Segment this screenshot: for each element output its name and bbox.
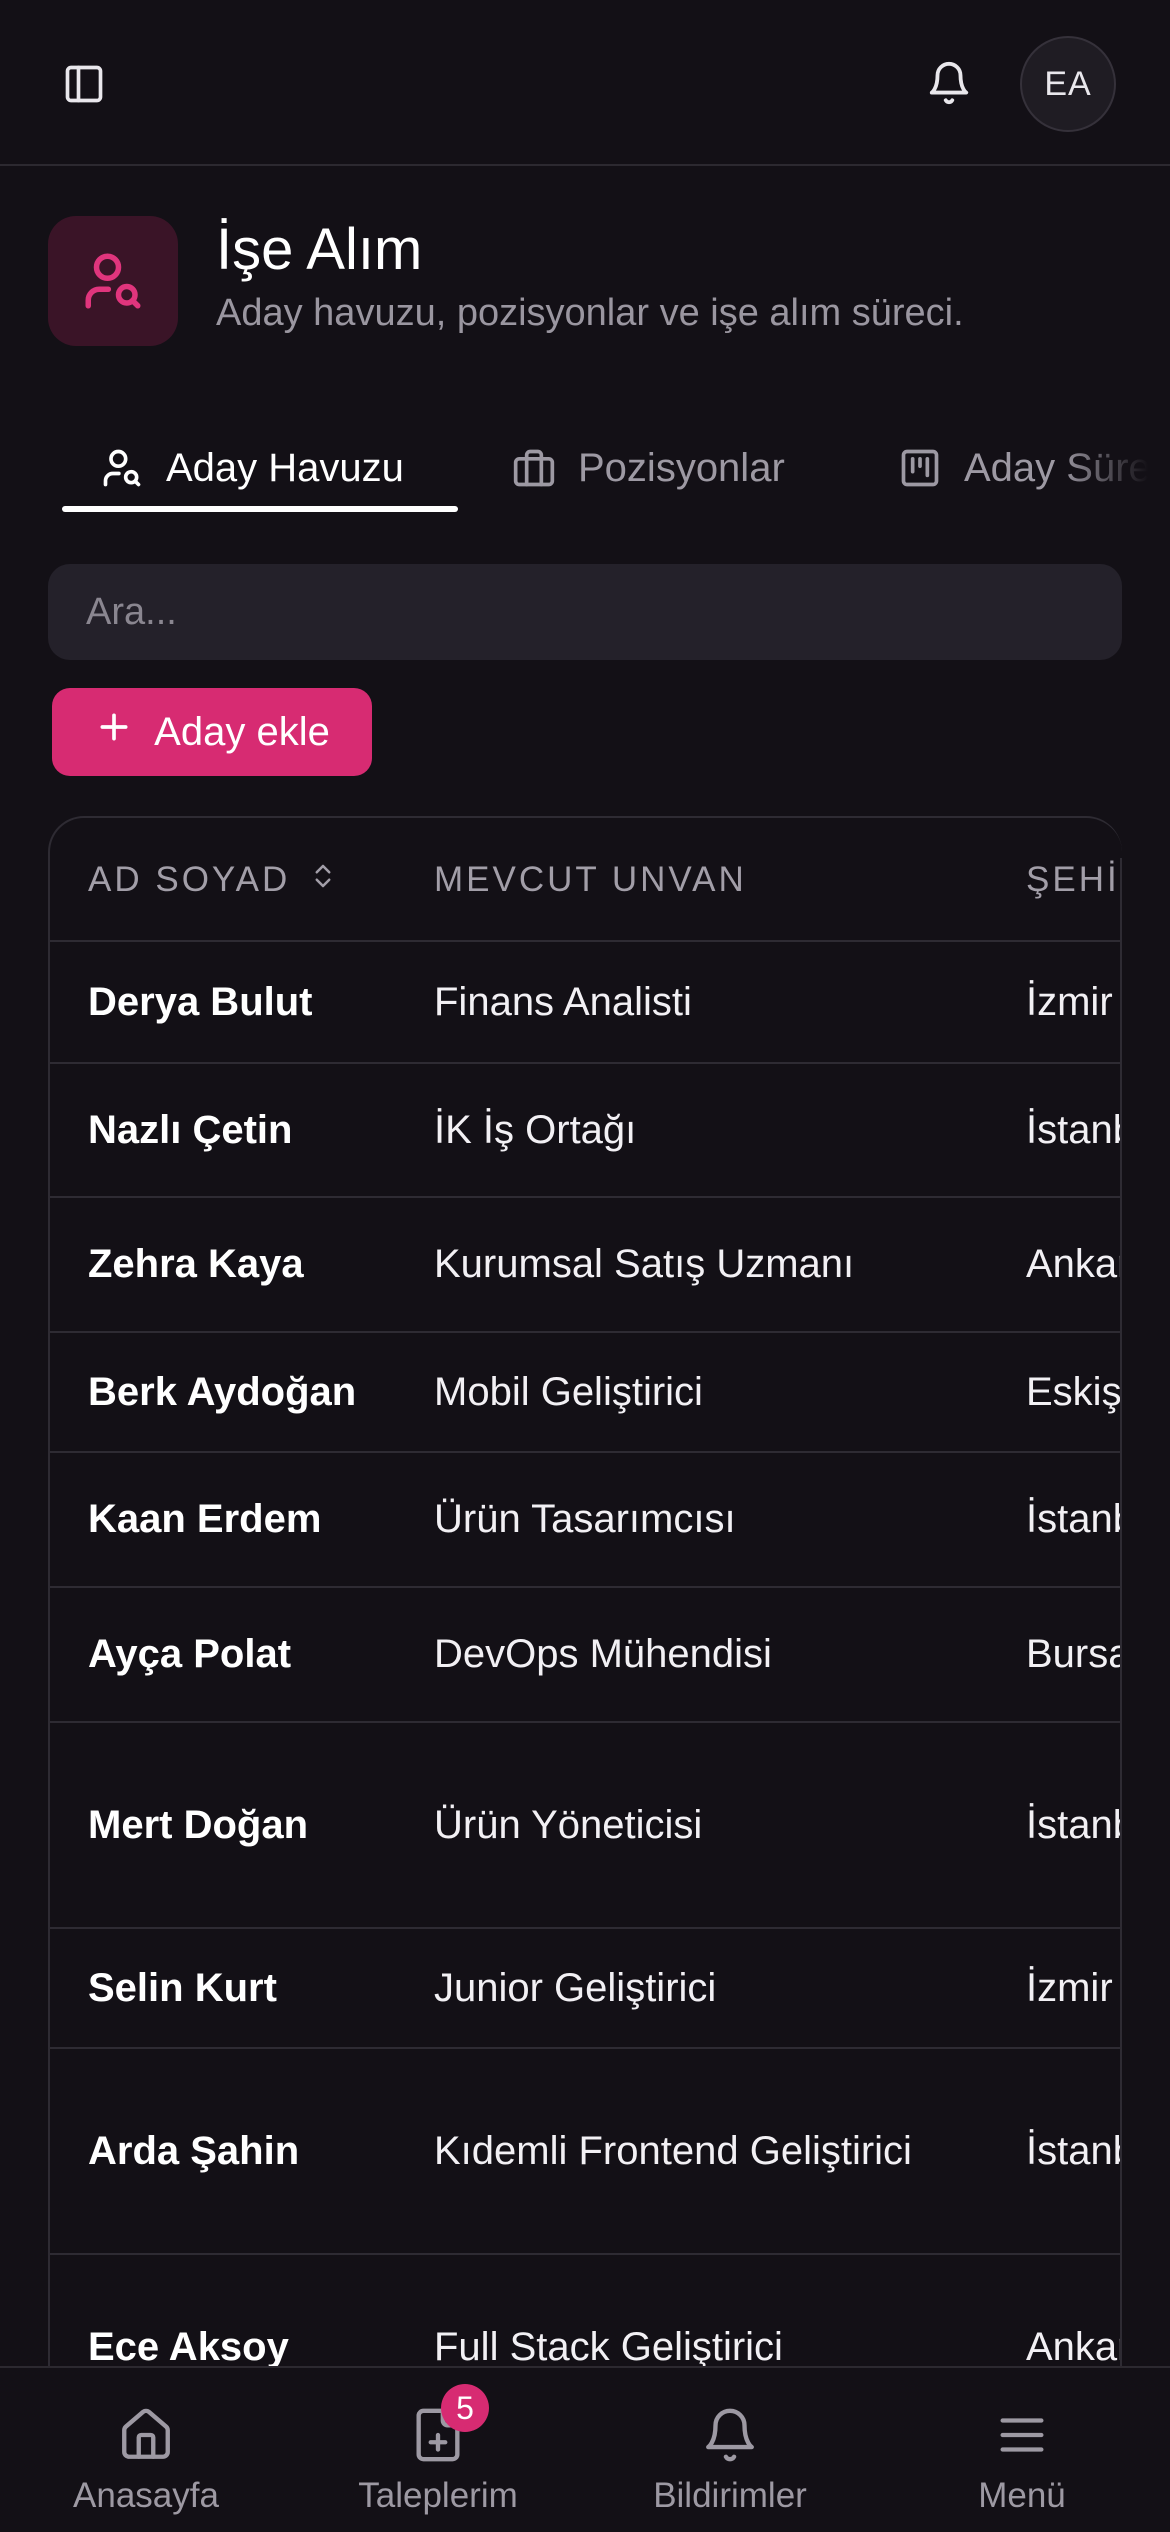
cell-name: Nazlı Çetin xyxy=(88,1107,293,1152)
cell-title: Kurumsal Satış Uzmanı xyxy=(434,1242,855,1286)
cell-name: Mert Doğan xyxy=(88,1802,308,1847)
cell-title: Full Stack Geliştirici xyxy=(434,2325,783,2369)
nav-item-bildirimler[interactable]: Bildirimler xyxy=(584,2368,876,2532)
column-header-title: MEVCUT UNVAN xyxy=(434,860,747,899)
cell-city: Ankara xyxy=(1026,2325,1122,2369)
add-candidate-label: Aday ekle xyxy=(154,709,330,754)
cell-name: Arda Şahin xyxy=(88,2128,300,2173)
nav-item-taleplerim[interactable]: 5 Taleplerim xyxy=(292,2368,584,2532)
nav-label: Taleplerim xyxy=(358,2476,518,2515)
cell-city: İstanbul xyxy=(1026,1497,1122,1541)
cell-city: İzmir xyxy=(1026,979,1113,1024)
table-row[interactable]: Zehra Kaya Kurumsal Satış Uzmanı Ankara xyxy=(50,1198,1122,1333)
tab-label: Aday Havuzu xyxy=(166,445,404,490)
cell-title: Finans Analisti xyxy=(434,979,692,1024)
tabs-overflow-fade xyxy=(1060,420,1170,516)
top-bar: EA xyxy=(0,0,1170,166)
table-row[interactable]: Kaan Erdem Ürün Tasarımcısı İstanbul xyxy=(50,1453,1122,1588)
nav-label: Menü xyxy=(978,2476,1066,2515)
briefcase-icon xyxy=(512,446,556,490)
nav-item-menu[interactable]: Menü xyxy=(876,2368,1168,2532)
tab-aday-havuzu[interactable]: Aday Havuzu xyxy=(62,420,458,516)
cell-title: İK İş Ortağı xyxy=(434,1107,637,1152)
table-row[interactable]: Derya Bulut Finans Analisti İzmir xyxy=(50,942,1122,1064)
cell-name: Kaan Erdem xyxy=(88,1497,322,1541)
cell-name: Selin Kurt xyxy=(88,1965,277,2010)
tab-pozisyonlar[interactable]: Pozisyonlar xyxy=(512,420,785,516)
cell-title: Kıdemli Frontend Geliştirici xyxy=(434,2128,912,2173)
cell-title: DevOps Mühendisi xyxy=(434,1632,772,1676)
recruitment-user-search-icon xyxy=(48,216,178,346)
cell-title: Ürün Tasarımcısı xyxy=(434,1497,736,1541)
search-input[interactable] xyxy=(48,564,1122,660)
cell-city: Ankara xyxy=(1026,1242,1122,1286)
cell-name: Ece Aksoy xyxy=(88,2325,289,2369)
cell-name: Derya Bulut xyxy=(88,979,313,1024)
page-title: İşe Alım xyxy=(216,217,423,282)
table-row[interactable]: Ayça Polat DevOps Mühendisi Bursa xyxy=(50,1588,1122,1723)
table-row[interactable]: Arda Şahin Kıdemli Frontend Geliştirici … xyxy=(50,2049,1122,2255)
sort-icon xyxy=(308,859,338,902)
page-subtitle: Aday havuzu, pozisyonlar ve işe alım sür… xyxy=(216,292,964,334)
cell-city: İstanbul xyxy=(1026,2128,1122,2173)
table-row[interactable]: Berk Aydoğan Mobil Geliştirici Eskişehir xyxy=(50,1333,1122,1453)
cell-title: Ürün Yöneticisi xyxy=(434,1802,703,1847)
cell-city: Eskişehir xyxy=(1026,1369,1122,1414)
cell-city: İzmir xyxy=(1026,1965,1113,2010)
cell-city: İstanbul xyxy=(1026,1802,1122,1847)
file-plus-icon: 5 xyxy=(409,2384,489,2466)
notification-count-badge: 5 xyxy=(441,2384,489,2432)
plus-icon xyxy=(94,707,134,757)
column-header-name[interactable]: AD SOYAD xyxy=(88,818,338,942)
cell-name: Berk Aydoğan xyxy=(88,1369,357,1414)
nav-label: Anasayfa xyxy=(73,2476,219,2515)
table-header: AD SOYAD MEVCUT UNVAN ŞEHİR xyxy=(50,818,1122,942)
cell-city: Bursa xyxy=(1026,1632,1122,1676)
menu-icon xyxy=(993,2404,1051,2466)
table-row[interactable]: Mert Doğan Ürün Yöneticisi İstanbul xyxy=(50,1723,1122,1929)
table-body: Derya Bulut Finans Analisti İzmir Nazlı … xyxy=(50,942,1122,2376)
cell-name: Zehra Kaya xyxy=(88,1242,304,1286)
kanban-icon xyxy=(898,446,942,490)
table-row[interactable]: Ece Aksoy Full Stack Geliştirici Ankara xyxy=(50,2255,1122,2376)
tab-label: Pozisyonlar xyxy=(578,445,785,490)
page-header: İşe Alım Aday havuzu, pozisyonlar ve işe… xyxy=(48,216,1128,356)
column-header-city: ŞEHİR xyxy=(1026,860,1122,899)
cell-city: İstanbul xyxy=(1026,1107,1122,1152)
home-icon xyxy=(117,2404,175,2466)
cell-title: Junior Geliştirici xyxy=(434,1965,717,2010)
table-row[interactable]: Selin Kurt Junior Geliştirici İzmir xyxy=(50,1929,1122,2049)
sidebar-toggle-icon[interactable] xyxy=(56,56,112,112)
user-avatar[interactable]: EA xyxy=(1020,36,1116,132)
nav-item-anasayfa[interactable]: Anasayfa xyxy=(0,2368,292,2532)
candidates-table: AD SOYAD MEVCUT UNVAN ŞEHİR Derya Bulut … xyxy=(48,816,1122,2376)
add-candidate-button[interactable]: Aday ekle xyxy=(52,688,372,776)
tab-bar: Aday Havuzu Pozisyonlar Aday Süreci xyxy=(0,420,1170,520)
bell-icon xyxy=(701,2404,759,2466)
table-row[interactable]: Nazlı Çetin İK İş Ortağı İstanbul xyxy=(50,1064,1122,1198)
nav-label: Bildirimler xyxy=(653,2476,807,2515)
cell-title: Mobil Geliştirici xyxy=(434,1369,703,1414)
notifications-bell-icon[interactable] xyxy=(918,52,980,114)
user-search-icon xyxy=(100,446,144,490)
bottom-navigation: Anasayfa 5 Taleplerim Bildirimler Menü xyxy=(0,2366,1170,2532)
cell-name: Ayça Polat xyxy=(88,1632,292,1676)
